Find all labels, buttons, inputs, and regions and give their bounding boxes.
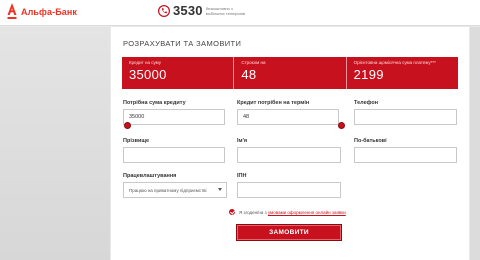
- name-input[interactable]: [237, 147, 341, 163]
- patronymic-label: По-батькові: [354, 138, 387, 144]
- patronymic-input[interactable]: [354, 147, 457, 163]
- consent-prefix: Я згоден/на з: [239, 209, 268, 215]
- summary-payment-label: Орієнтовна щомісячна сума платежу***: [353, 60, 436, 65]
- loan-form-panel: РОЗРАХУВАТИ ТА ЗАМОВИТИ Кредит на суму 3…: [111, 27, 469, 260]
- surname-label: Прізвище: [123, 138, 150, 144]
- name-label: Ім'я: [237, 138, 248, 144]
- summary-amount-value: 35000: [129, 67, 167, 82]
- hotline: 3530 безкоштовно з мобільних телефонів: [158, 3, 246, 18]
- consent-text: Я згоден/на з умовами оформлення онлайн …: [239, 210, 346, 215]
- consent-row[interactable]: Я згоден/на з умовами оформлення онлайн …: [229, 209, 346, 215]
- consent-terms-link[interactable]: умовами оформлення онлайн заявки: [268, 210, 346, 215]
- alfa-logo-icon: [6, 3, 18, 21]
- summary-amount: Кредит на суму 35000: [122, 57, 235, 89]
- term-input[interactable]: 48: [237, 109, 339, 125]
- consent-checkbox[interactable]: [229, 209, 235, 215]
- background-left: [0, 27, 110, 260]
- bank-logo[interactable]: Альфа-Банк: [6, 3, 77, 21]
- summary-term-value: 48: [241, 67, 257, 82]
- summary-term-label: Строком на: [241, 60, 266, 65]
- form-title: РОЗРАХУВАТИ ТА ЗАМОВИТИ: [123, 39, 242, 48]
- phone-number: 3530: [173, 3, 203, 18]
- top-bar: Альфа-Банк 3530 безкоштовно з мобільних …: [0, 0, 480, 26]
- chevron-down-icon: [218, 188, 222, 191]
- summary-amount-label: Кредит на суму: [129, 60, 162, 65]
- tax-id-label: ІПН: [237, 173, 247, 179]
- background-right: [470, 27, 480, 260]
- amount-input[interactable]: 35000: [123, 109, 225, 125]
- phone-input[interactable]: [354, 109, 457, 125]
- summary-payment: Орієнтовна щомісячна сума платежу*** 219…: [347, 57, 458, 89]
- phone-icon: [158, 4, 170, 18]
- employment-label: Працевлаштування: [123, 173, 177, 179]
- loan-summary: Кредит на суму 35000 Строком на 48 Орієн…: [122, 57, 458, 89]
- summary-term: Строком на 48: [234, 57, 347, 89]
- term-label: Кредит потрібен на термін: [237, 100, 310, 106]
- summary-payment-value: 2199: [353, 67, 384, 82]
- surname-input[interactable]: [123, 147, 225, 163]
- employment-select[interactable]: Працюю на приватному підприємстві: [123, 182, 227, 198]
- amount-slider-handle[interactable]: [124, 122, 131, 129]
- phone-note: безкоштовно з мобільних телефонів: [205, 5, 246, 16]
- submit-button[interactable]: ЗАМОВИТИ: [236, 224, 342, 241]
- amount-label: Потрібна сума кредиту: [123, 100, 186, 106]
- phone-label: Телефон: [354, 100, 379, 106]
- tax-id-input[interactable]: [237, 182, 341, 198]
- employment-selected: Працюю на приватному підприємстві: [129, 187, 207, 193]
- term-slider-handle[interactable]: [338, 122, 345, 129]
- logo-text: Альфа-Банк: [21, 7, 78, 17]
